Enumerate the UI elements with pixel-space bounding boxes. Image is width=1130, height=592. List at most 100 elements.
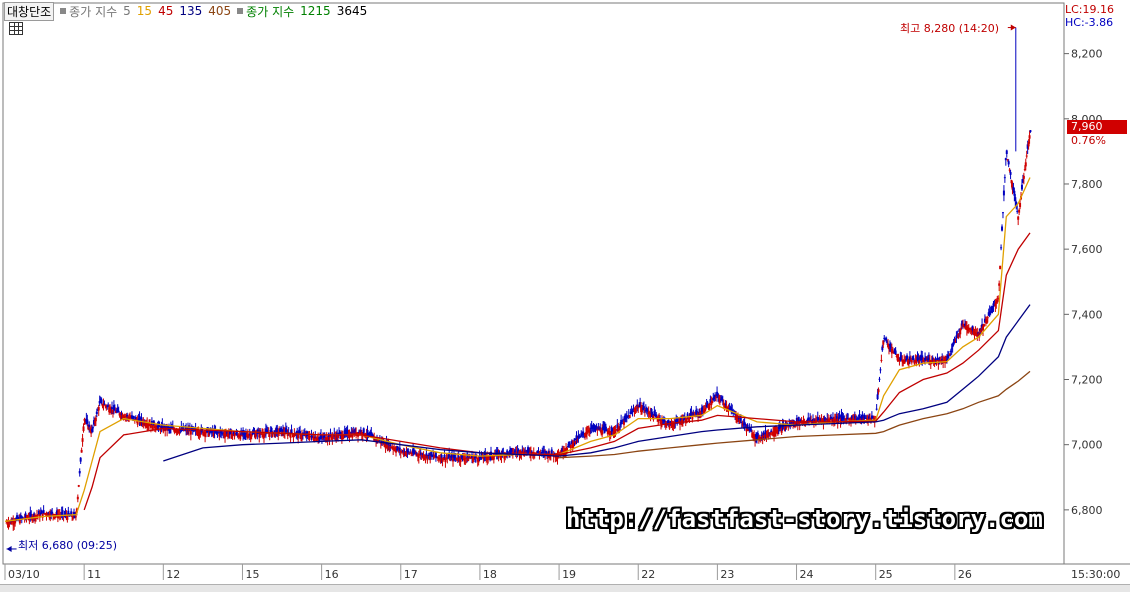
candle-body <box>36 514 39 516</box>
candle-body <box>1003 177 1006 179</box>
table-icon[interactable] <box>9 22 23 35</box>
x-tick-label: 25 <box>879 568 893 581</box>
candle-body <box>1024 162 1027 167</box>
y-tick-label: 7,800 <box>1071 178 1103 191</box>
candle-body <box>704 407 707 410</box>
current-price-badge: 7,960 <box>1067 120 1127 134</box>
candle-body <box>1009 172 1012 175</box>
candle-body <box>1016 210 1019 212</box>
x-tick-label: 23 <box>720 568 734 581</box>
ma-period-5: 5 <box>123 4 131 18</box>
candle-body <box>149 424 152 428</box>
y-axis: 6,8007,0007,2007,4007,6007,8008,0008,200 <box>1064 48 1103 517</box>
candle-body <box>362 428 365 433</box>
candle-body <box>95 411 98 415</box>
x-tick-label: 03/10 <box>8 568 40 581</box>
candle-body <box>878 378 881 380</box>
candle-body <box>998 283 1001 286</box>
candle-body <box>1028 135 1031 139</box>
y-tick-label: 7,400 <box>1071 308 1103 321</box>
candle-body <box>785 426 788 428</box>
candle-body <box>1001 226 1004 231</box>
x-tick-label: 12 <box>166 568 180 581</box>
candle-body <box>297 434 300 439</box>
candle-body <box>910 359 913 363</box>
ma-label-2: 종가 지수 <box>246 4 295 19</box>
candle-body <box>876 394 879 400</box>
candle-body <box>1000 247 1003 249</box>
candle-body <box>1025 155 1028 157</box>
candle-body <box>1017 216 1020 220</box>
candle-body <box>936 357 939 360</box>
candle-body <box>86 419 89 424</box>
y-tick-label: 7,600 <box>1071 243 1103 256</box>
candle-body <box>875 408 878 410</box>
candle-body <box>858 413 861 419</box>
candle-body <box>1019 203 1022 208</box>
candle-body <box>74 516 77 518</box>
candle-body <box>82 426 85 432</box>
ma-period-45: 45 <box>158 4 174 18</box>
candle-body <box>1001 212 1004 214</box>
ma-period-3645: 3645 <box>336 4 368 18</box>
candle-body <box>189 430 192 435</box>
candle-body <box>877 389 880 393</box>
candle-body <box>337 435 340 438</box>
candle-body <box>1007 161 1010 165</box>
candle-body <box>1020 184 1023 190</box>
candle-body <box>550 449 553 454</box>
change-percent: 0.76% <box>1071 134 1106 147</box>
indicator-legend: 대창단조 종가 지수 5 15 45 135 405 종가 지수 1215 36… <box>4 1 373 21</box>
lc-value: LC:19.16 <box>1065 3 1115 16</box>
x-tick-label: 19 <box>562 568 576 581</box>
candle-body <box>982 324 985 327</box>
candle-body <box>97 407 100 411</box>
candle-body <box>61 510 64 515</box>
candle-body <box>81 438 84 442</box>
y-tick-label: 7,000 <box>1071 439 1103 452</box>
candle-body <box>879 369 882 371</box>
candle-body <box>440 454 443 458</box>
candle-body <box>880 359 883 361</box>
candle-body <box>997 298 1000 300</box>
candle-body <box>1029 130 1032 132</box>
candle-body <box>111 407 114 409</box>
candle-body <box>187 430 190 432</box>
ma-label-1: 종가 지수 <box>69 4 118 19</box>
candle-body <box>389 444 392 447</box>
low-annotation: 최저 6,680 (09:25) <box>18 539 118 552</box>
candle-body <box>78 470 81 474</box>
ma-period-405: 405 <box>208 4 232 18</box>
price-chart[interactable]: 6,8007,0007,2007,4007,6007,8008,0008,200… <box>0 0 1130 591</box>
y-tick-label: 8,200 <box>1071 48 1103 61</box>
chart-frame: 6,8007,0007,2007,4007,6007,8008,0008,200… <box>0 0 1130 592</box>
candle-body <box>986 317 989 319</box>
candle-body <box>628 414 631 419</box>
x-axis: 03/10 11 12 15 16 17 18 19 22 23 24 25 26 15:30:00 <box>3 563 1130 581</box>
candle-body <box>1018 209 1021 213</box>
stock-name[interactable]: 대창단조 <box>4 1 55 21</box>
candle-body <box>894 350 897 355</box>
high-annotation: 최고 8,280 (14:20) <box>900 22 1000 35</box>
time-label: 15:30:00 <box>1071 568 1120 581</box>
watermark-text: http://fastfast-story.tistory.com <box>566 505 1043 533</box>
candle-body <box>601 429 604 435</box>
candle-body <box>999 265 1002 269</box>
candle-body <box>959 329 962 335</box>
candle-body <box>934 358 937 360</box>
hc-value: HC:-3.86 <box>1065 16 1114 29</box>
legend-square-icon <box>60 8 67 14</box>
x-tick-label: 15 <box>245 568 259 581</box>
candle-body <box>151 424 154 430</box>
candle-body <box>280 427 283 432</box>
x-tick-label: 26 <box>958 568 972 581</box>
x-tick-label: 16 <box>325 568 339 581</box>
ma-period-1215: 1215 <box>300 4 331 18</box>
legend-square-icon-2 <box>237 8 244 14</box>
y-tick-label: 7,200 <box>1071 374 1103 387</box>
y-tick-label: 6,800 <box>1071 504 1103 517</box>
candle-body <box>92 427 95 429</box>
candle-body <box>132 416 135 419</box>
candle-body <box>1022 175 1025 179</box>
candle-body <box>769 432 772 435</box>
